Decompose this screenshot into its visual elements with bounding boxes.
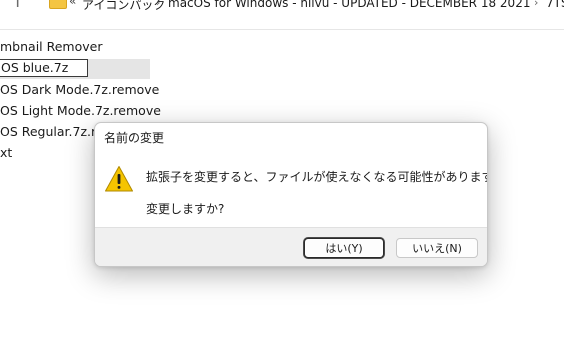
- breadcrumb-macos[interactable]: macOS for Windows - niivu - UPDATED - DE…: [168, 0, 530, 10]
- breadcrumb-icon-pack[interactable]: アイコンパック: [82, 0, 165, 13]
- rename-input[interactable]: OS blue.7z: [0, 59, 88, 77]
- address-bar: ↑ « アイコンパック › macOS for Windows - niivu …: [0, 0, 564, 30]
- file-name: xt: [0, 145, 13, 160]
- dialog-button-bar: はい(Y) いいえ(N): [95, 227, 487, 266]
- file-item[interactable]: OS Dark Mode.7z.remove: [0, 80, 159, 100]
- yes-button[interactable]: はい(Y): [304, 238, 384, 258]
- rename-dialog: 名前の変更 拡張子を変更すると、ファイルが使えなくなる可能性があります。 変更し…: [94, 122, 488, 267]
- up-arrow-icon[interactable]: ↑: [10, 0, 25, 12]
- breadcrumb-overflow[interactable]: «: [69, 0, 76, 8]
- file-name: mbnail Remover: [0, 39, 103, 54]
- file-item-renaming[interactable]: OS blue.7z: [0, 59, 150, 79]
- no-button[interactable]: いいえ(N): [396, 238, 478, 258]
- breadcrumb-7ts[interactable]: 7TS: [546, 0, 564, 10]
- dialog-question: 変更しますか?: [146, 202, 225, 216]
- file-item[interactable]: xt: [0, 143, 12, 163]
- warning-icon: [105, 166, 133, 192]
- chevron-right-icon: ›: [156, 0, 161, 9]
- dialog-message: 拡張子を変更すると、ファイルが使えなくなる可能性があります。: [146, 170, 488, 184]
- file-name: OS Dark Mode.7z.remove: [0, 82, 160, 97]
- file-item[interactable]: mbnail Remover: [0, 37, 102, 57]
- chevron-right-icon: ›: [534, 0, 539, 9]
- folder-icon: [49, 0, 67, 9]
- dialog-title: 名前の変更: [104, 131, 165, 145]
- file-item[interactable]: OS Light Mode.7z.remove: [0, 101, 161, 121]
- file-name: OS Light Mode.7z.remove: [0, 103, 161, 118]
